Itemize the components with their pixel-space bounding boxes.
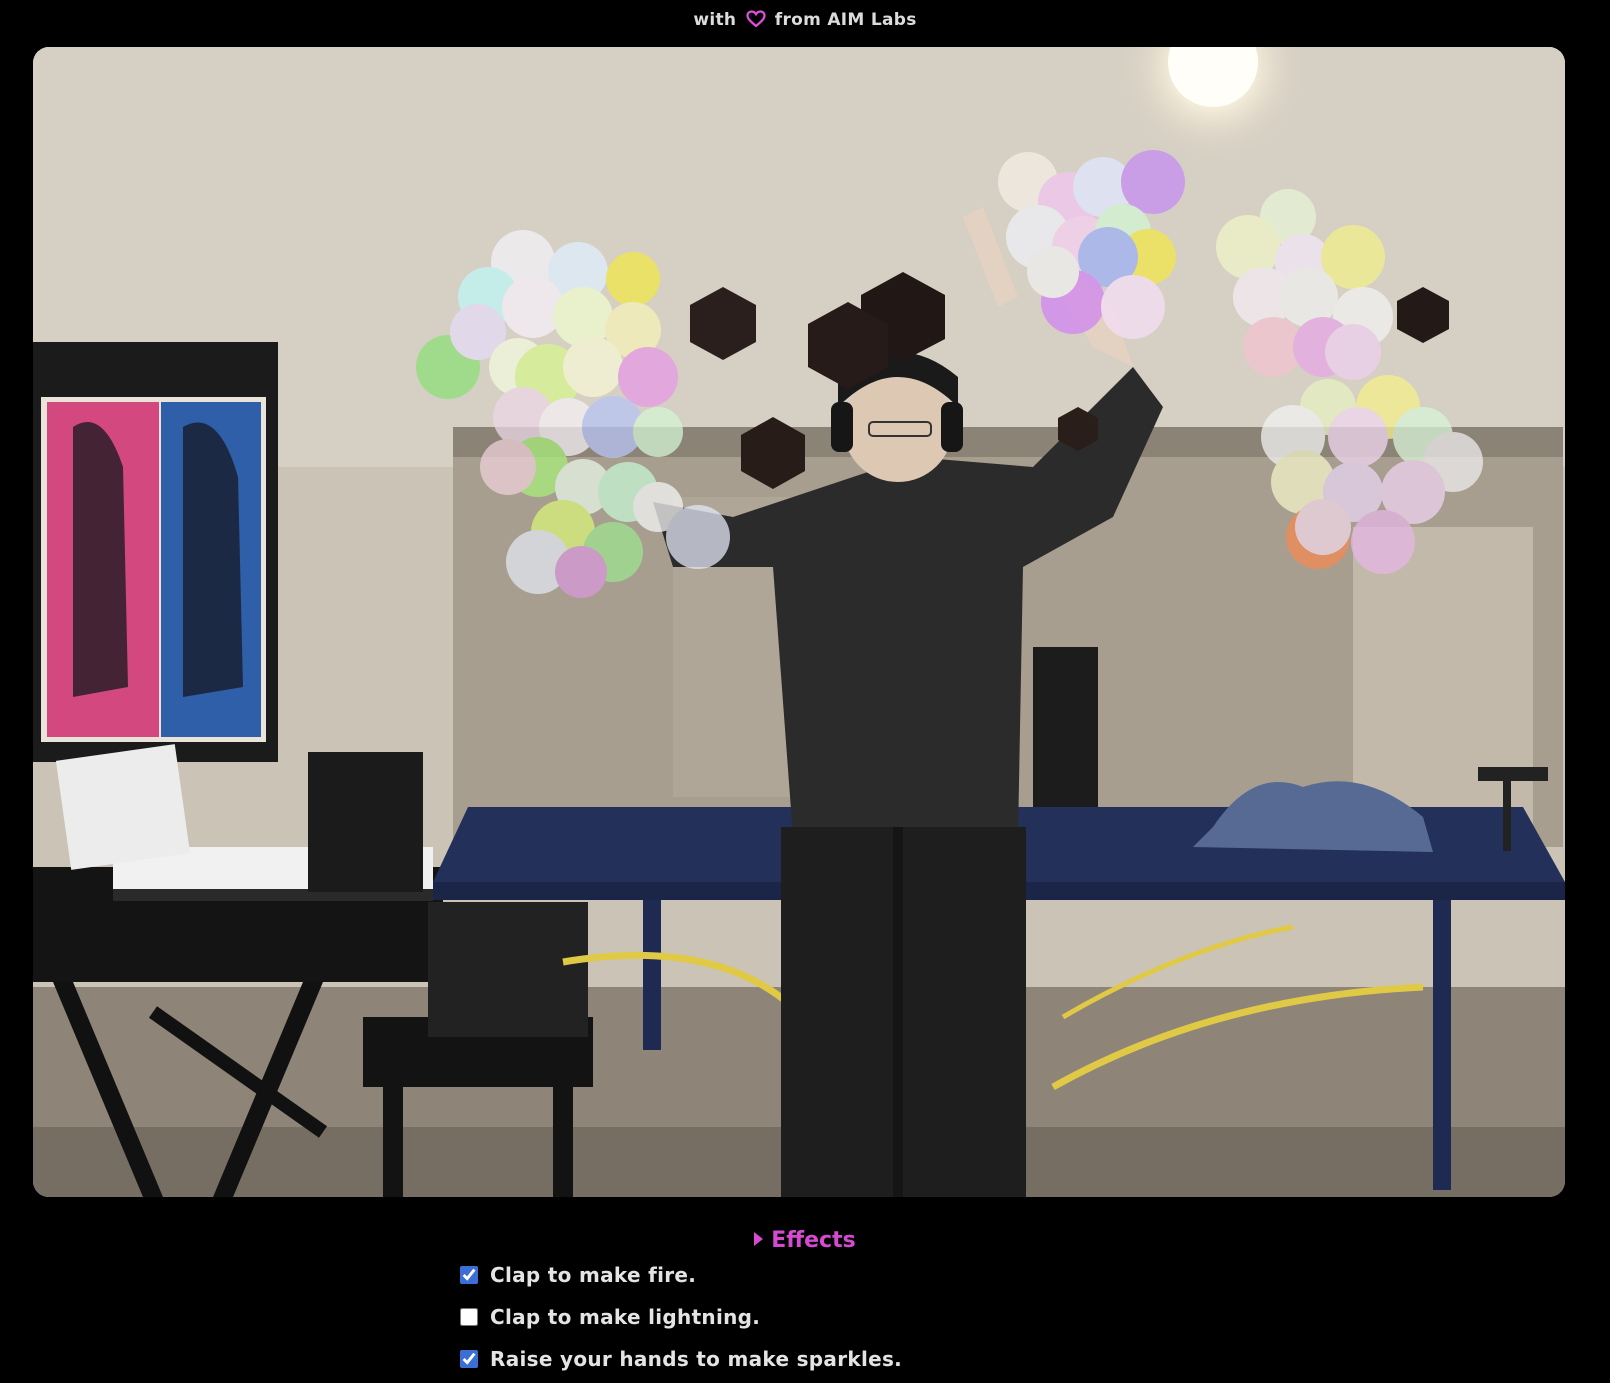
checkbox-clap-fire[interactable]: [460, 1266, 478, 1284]
option-clap-lightning[interactable]: Clap to make lightning.: [460, 1305, 760, 1329]
effects-summary-label: Effects: [771, 1228, 856, 1253]
triangle-right-icon: [754, 1232, 764, 1246]
credit-line: with from AIM Labs: [0, 10, 1610, 33]
credit-prefix: with: [693, 10, 737, 30]
effects-panel: Effects: [0, 1228, 1610, 1253]
checkbox-raise-sparkles[interactable]: [460, 1350, 478, 1368]
option-label: Raise your hands to make sparkles.: [490, 1347, 903, 1371]
effects-toggle[interactable]: Effects: [0, 1228, 1610, 1253]
credit-suffix: from AIM Labs: [774, 10, 917, 30]
checkbox-clap-lightning[interactable]: [460, 1308, 478, 1326]
video-scene: [33, 47, 1565, 1197]
option-label: Clap to make fire.: [490, 1263, 697, 1287]
option-label: Clap to make lightning.: [490, 1305, 761, 1329]
heart-icon: [745, 10, 766, 33]
webcam-video: [33, 47, 1565, 1197]
option-raise-sparkles[interactable]: Raise your hands to make sparkles.: [460, 1347, 902, 1371]
option-clap-fire[interactable]: Clap to make fire.: [460, 1263, 696, 1287]
